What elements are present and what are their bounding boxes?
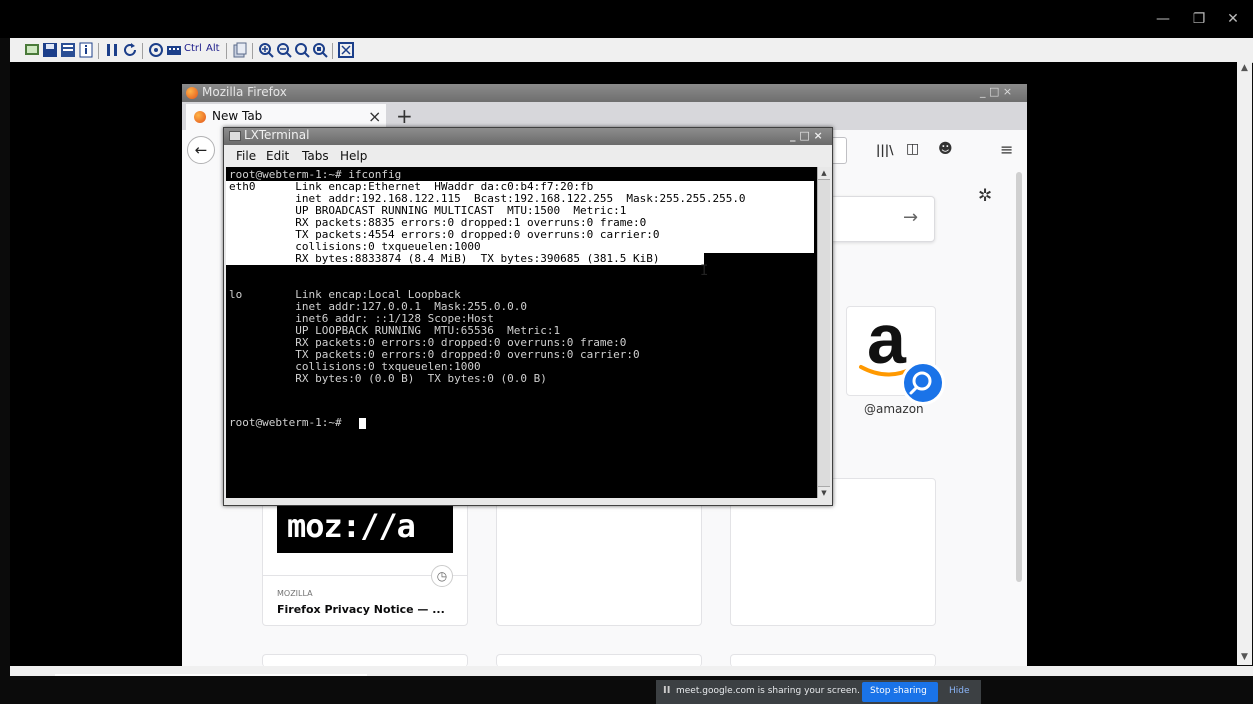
refresh-icon[interactable] <box>122 42 138 58</box>
card-title[interactable]: Firefox Privacy Notice — ... <box>277 603 445 616</box>
menu-tabs[interactable]: Tabs <box>302 149 329 163</box>
screen-share-bar: II meet.google.com is sharing your scree… <box>656 680 981 704</box>
scroll-up-arrow-icon[interactable]: ▲ <box>818 167 830 180</box>
menu-help[interactable]: Help <box>340 149 367 163</box>
scroll-up-arrow-icon[interactable]: ▲ <box>1239 63 1250 73</box>
viewer-close-button[interactable]: ✕ <box>1218 8 1248 30</box>
stop-sharing-button[interactable]: Stop sharing <box>862 682 938 702</box>
terminal-line-selected: RX bytes:8833874 (8.4 MiB) TX bytes:3906… <box>226 253 704 265</box>
firefox-titlebar: Mozilla Firefox _ □ × <box>182 84 1027 102</box>
back-button[interactable]: ← <box>187 136 215 164</box>
firefox-window-title: Mozilla Firefox <box>202 85 287 99</box>
viewer-titlebar <box>0 0 1253 38</box>
menu-file[interactable]: File <box>236 149 256 163</box>
share-message: meet.google.com is sharing your screen. <box>676 686 860 696</box>
terminal-prompt: root@webterm-1:~# <box>229 416 349 429</box>
alt-key-button[interactable]: Alt <box>206 43 220 54</box>
clipboard-icon[interactable] <box>232 42 248 58</box>
properties-icon[interactable] <box>60 42 76 58</box>
scroll-down-arrow-icon[interactable]: ▼ <box>818 486 830 499</box>
ctrl-key-button[interactable]: Ctrl <box>184 43 202 54</box>
connection-icon[interactable] <box>24 42 40 58</box>
card-source: MOZILLA <box>277 589 313 598</box>
terminal-scrollbar[interactable]: ▲ ▼ <box>817 167 830 499</box>
menu-edit[interactable]: Edit <box>266 149 289 163</box>
viewer-minimize-button[interactable]: — <box>1148 8 1178 30</box>
tab-favicon-icon <box>194 111 206 123</box>
new-tab-button[interactable]: + <box>396 104 413 128</box>
fullscreen-icon[interactable] <box>338 42 354 58</box>
menu-icon[interactable]: ≡ <box>1000 140 1013 159</box>
terminal-line: RX bytes:0 (0.0 B) TX bytes:0 (0.0 B) <box>229 372 547 385</box>
search-box[interactable]: → <box>828 196 935 242</box>
cad-icon[interactable] <box>148 42 164 58</box>
history-clock-icon: ◷ <box>431 565 453 587</box>
viewer-restore-button[interactable]: ❐ <box>1184 8 1214 30</box>
top-site-label[interactable]: @amazon <box>864 402 924 416</box>
tab-title: New Tab <box>212 109 263 123</box>
toolbar-separator <box>142 43 143 59</box>
terminal-menubar: File Edit Tabs Help <box>224 145 832 167</box>
terminal-line-selected: collisions:0 txqueuelen:1000 <box>226 241 814 253</box>
mozilla-logo: moz://a <box>277 501 453 553</box>
firefox-scrollbar[interactable] <box>1016 172 1022 582</box>
terminal-window-controls[interactable]: _ □ × <box>790 129 823 142</box>
top-site-amazon[interactable]: a <box>846 300 945 405</box>
library-icon[interactable]: |||\ <box>876 143 894 157</box>
viewer-scrollbar[interactable]: ▲ ▼ <box>1237 62 1252 665</box>
info-icon[interactable] <box>78 42 94 58</box>
firefox-logo-icon <box>186 87 198 99</box>
settings-gear-icon[interactable]: ✲ <box>978 186 992 206</box>
search-badge-icon <box>901 361 945 405</box>
account-icon[interactable]: ☻ <box>938 141 953 157</box>
scroll-down-arrow-icon[interactable]: ▼ <box>1239 652 1250 662</box>
zoom-fit-icon[interactable] <box>312 42 328 58</box>
toolbar-separator <box>332 43 333 59</box>
pause-icon[interactable] <box>104 42 120 58</box>
terminal-screen[interactable]: root@webterm-1:~# ifconfig eth0 Link enc… <box>226 167 817 498</box>
keyboard-icon[interactable] <box>166 42 182 58</box>
terminal-titlebar: LXTerminal _ □ × <box>224 128 832 145</box>
stop-sharing-label: Stop sharing <box>870 686 927 696</box>
viewer-toolbar-icons: Ctrl Alt <box>24 39 404 61</box>
terminal-cursor <box>359 418 366 429</box>
terminal-app-icon <box>229 131 241 141</box>
save-icon[interactable] <box>42 42 58 58</box>
toolbar-separator <box>252 43 253 59</box>
scrollbar-thumb[interactable] <box>55 674 367 676</box>
toolbar-separator <box>226 43 227 59</box>
mozilla-logo-text: moz://a <box>287 507 416 545</box>
sidebar-icon[interactable]: ◫ <box>906 141 919 157</box>
text-cursor-icon: I <box>700 263 709 279</box>
firefox-window-controls[interactable]: _ □ × <box>980 85 1012 98</box>
search-arrow-icon[interactable]: → <box>903 207 918 228</box>
hide-button[interactable]: Hide <box>949 686 970 696</box>
zoom-reset-icon[interactable] <box>294 42 310 58</box>
zoom-out-icon[interactable] <box>276 42 292 58</box>
toolbar-separator <box>98 43 99 59</box>
zoom-in-icon[interactable] <box>258 42 274 58</box>
terminal-title: LXTerminal <box>244 128 310 142</box>
tab-close-icon[interactable]: × <box>368 107 381 126</box>
share-pause-icon: II <box>663 685 671 696</box>
